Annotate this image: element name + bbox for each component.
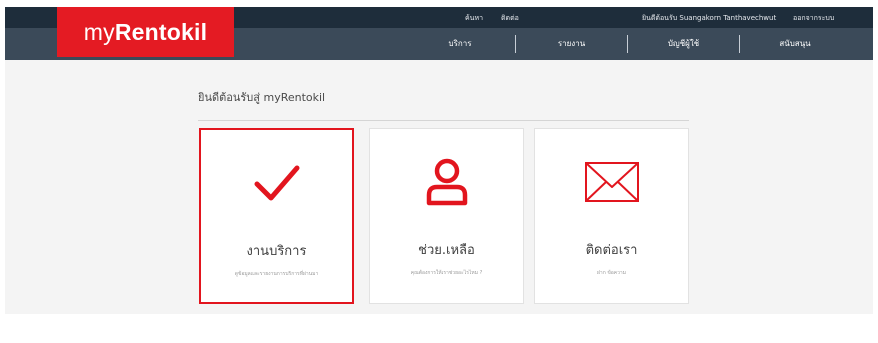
nav-item-reports[interactable]: รายงาน: [516, 28, 627, 60]
nav-item-services[interactable]: บริการ: [405, 28, 515, 60]
welcome-divider: [198, 120, 689, 121]
logout-link[interactable]: ออกจากระบบ: [793, 12, 834, 24]
welcome-heading: ยินดีต้อนรับสู่ myRentokil: [198, 91, 326, 104]
search-link[interactable]: ค้นหา: [465, 12, 483, 24]
logo-prefix: my: [83, 18, 115, 45]
card-services[interactable]: งานบริการ ดูข้อมูลและรายงานการบริการที่ผ…: [199, 128, 354, 304]
card-help[interactable]: ช่วย.เหลือ คุณต้องการให้เราช่วยอะไรไหม ?: [369, 128, 524, 304]
myrentokil-logo[interactable]: myRentokil: [57, 7, 234, 57]
footer-area: [5, 314, 873, 340]
card-subtitle: ฝาก ข้อความ: [596, 270, 627, 276]
contact-link[interactable]: ติดต่อ: [501, 12, 519, 24]
logo-brand: Rentokil: [114, 18, 208, 45]
card-subtitle: ดูข้อมูลและรายงานการบริการที่ผ่านมา: [234, 271, 319, 277]
welcome-user-link[interactable]: ยินดีต้อนรับ Suangakorn Tanthavechwut: [642, 12, 776, 24]
checkmark-icon: [201, 158, 352, 208]
card-title: งานบริการ: [246, 244, 307, 259]
nav-item-account[interactable]: บัญชีผู้ใช้: [628, 28, 739, 60]
card-subtitle: คุณต้องการให้เราช่วยอะไรไหม ?: [410, 270, 483, 276]
envelope-icon: [535, 157, 688, 207]
card-title: ติดต่อเรา: [585, 243, 638, 258]
nav-item-support[interactable]: สนับสนุน: [740, 28, 850, 60]
user-icon: [370, 157, 523, 207]
card-contact[interactable]: ติดต่อเรา ฝาก ข้อความ: [534, 128, 689, 304]
card-title: ช่วย.เหลือ: [418, 243, 475, 258]
